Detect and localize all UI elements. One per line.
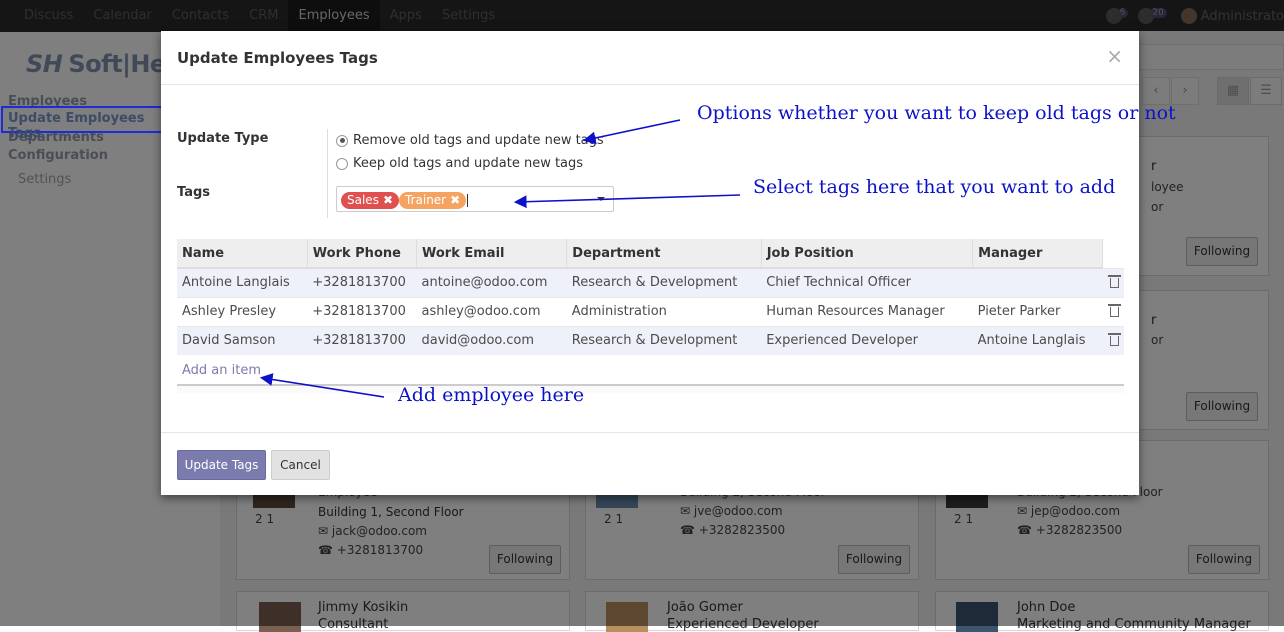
col-work-phone[interactable]: Work Phone (307, 239, 417, 269)
cell-manager[interactable] (972, 267, 1103, 297)
dropdown-arrow-icon[interactable] (597, 197, 605, 201)
tag-label: Trainer (405, 193, 447, 207)
tag-trainer: Trainer ✖ (399, 192, 467, 209)
cell-work-phone[interactable]: +3281813700 (307, 267, 417, 297)
col-work-email[interactable]: Work Email (416, 239, 568, 269)
trash-icon[interactable] (1107, 303, 1121, 317)
col-manager[interactable]: Manager (972, 239, 1104, 269)
cell-department[interactable]: Research & Development (566, 267, 762, 297)
col-name[interactable]: Name (177, 239, 308, 269)
dialog-title: Update Employees Tags (177, 49, 378, 67)
radio-keep-old[interactable]: Keep old tags and update new tags (336, 156, 583, 171)
field-divider (327, 129, 328, 218)
radio-button[interactable] (336, 134, 348, 147)
radio-label: Keep old tags and update new tags (353, 156, 584, 171)
add-item-link[interactable]: Add an item (182, 363, 261, 378)
cancel-button[interactable]: Cancel (271, 450, 330, 480)
annotation-options: Options whether you want to keep old tag… (697, 102, 1176, 124)
remove-tag-icon[interactable]: ✖ (383, 193, 393, 207)
cell-manager[interactable]: Pieter Parker (972, 296, 1103, 326)
cell-name[interactable]: Ashley Presley (177, 296, 308, 326)
update-type-label: Update Type (177, 131, 269, 146)
cell-work-email[interactable]: ashley@odoo.com (416, 296, 567, 326)
col-job-position[interactable]: Job Position (761, 239, 974, 269)
remove-tag-icon[interactable]: ✖ (450, 193, 460, 207)
trash-icon[interactable] (1107, 274, 1121, 288)
update-tags-button[interactable]: Update Tags (177, 450, 266, 480)
annotation-add: Add employee here (398, 384, 585, 406)
sidebar-item-update-tags[interactable]: Update Employees Tags (8, 111, 170, 141)
cell-manager[interactable]: Antoine Langlais (972, 325, 1103, 355)
cell-delete (1102, 325, 1124, 355)
table-header: Name Work Phone Work Email Department Jo… (177, 239, 1124, 269)
cell-job-position[interactable]: Chief Technical Officer (761, 267, 973, 297)
tags-input[interactable]: Sales ✖ Trainer ✖ (336, 186, 614, 212)
table-row[interactable]: Ashley Presley +3281813700 ashley@odoo.c… (177, 296, 1124, 326)
radio-label: Remove old tags and update new tags (353, 133, 604, 148)
table-footer (177, 384, 1124, 393)
trash-icon[interactable] (1107, 332, 1121, 346)
cell-job-position[interactable]: Human Resources Manager (761, 296, 973, 326)
table-row[interactable]: David Samson +3281813700 david@odoo.com … (177, 325, 1124, 355)
tag-label: Sales (347, 193, 379, 207)
close-icon[interactable]: × (1106, 44, 1123, 68)
tag-sales: Sales ✖ (341, 192, 400, 209)
cell-department[interactable]: Research & Development (566, 325, 762, 355)
cell-work-email[interactable]: antoine@odoo.com (416, 267, 567, 297)
annotation-tags: Select tags here that you want to add (753, 176, 1116, 198)
radio-button[interactable] (336, 157, 348, 170)
dialog-header: Update Employees Tags × (161, 31, 1139, 85)
tags-label: Tags (177, 185, 211, 200)
update-tags-dialog: Update Employees Tags × Update Type Remo… (161, 31, 1139, 495)
table-row[interactable]: Antoine Langlais +3281813700 antoine@odo… (177, 267, 1124, 297)
cell-job-position[interactable]: Experienced Developer (761, 325, 973, 355)
dialog-body: Update Type Remove old tags and update n… (161, 85, 1139, 432)
cell-work-phone[interactable]: +3281813700 (307, 325, 417, 355)
cell-name[interactable]: David Samson (177, 325, 308, 355)
radio-remove-old[interactable]: Remove old tags and update new tags (336, 133, 604, 148)
cell-name[interactable]: Antoine Langlais (177, 267, 308, 297)
cell-work-phone[interactable]: +3281813700 (307, 296, 417, 326)
cell-department[interactable]: Administration (566, 296, 762, 326)
cell-work-email[interactable]: david@odoo.com (416, 325, 567, 355)
cell-delete (1102, 296, 1124, 326)
col-actions (1102, 239, 1124, 268)
cell-delete (1102, 267, 1124, 297)
employees-table: Name Work Phone Work Email Department Jo… (177, 239, 1124, 355)
dialog-footer: Update Tags Cancel (161, 432, 1139, 495)
col-department[interactable]: Department (566, 239, 762, 269)
text-caret (467, 194, 468, 207)
